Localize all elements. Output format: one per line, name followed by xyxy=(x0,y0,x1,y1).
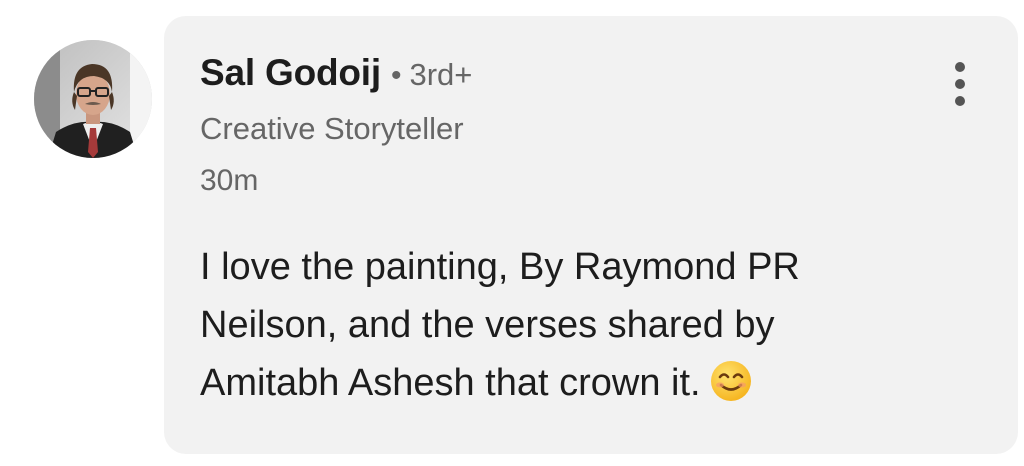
author-headline: Creative Storyteller xyxy=(200,111,464,146)
comment-text: I love the painting, By Raymond PR Neils… xyxy=(200,238,960,412)
smiling-face-emoji-icon xyxy=(710,361,751,401)
vertical-ellipsis-icon xyxy=(955,79,965,89)
comment-text-line: Neilson, and the verses shared by xyxy=(200,304,775,346)
comment-text-line: Amitabh Ashesh that crown it. xyxy=(200,354,960,412)
comment-timestamp: 30m xyxy=(200,164,259,197)
comment-text-line: I love the painting, By Raymond PR xyxy=(200,246,800,288)
avatar[interactable] xyxy=(34,40,152,158)
author-name[interactable]: Sal Godoij xyxy=(200,52,381,94)
author-line: Sal Godoij • 3rd+ xyxy=(200,52,472,94)
comment: Sal Godoij • 3rd+ Creative Storyteller 3… xyxy=(0,0,1024,466)
vertical-ellipsis-icon xyxy=(955,96,965,106)
connection-degree: 3rd+ xyxy=(409,57,473,92)
comment-text-line-content: Amitabh Ashesh that crown it. xyxy=(200,362,701,404)
vertical-ellipsis-icon xyxy=(955,62,965,72)
profile-photo-icon xyxy=(34,40,152,158)
separator-dot: • xyxy=(390,59,402,92)
comment-bubble: Sal Godoij • 3rd+ Creative Storyteller 3… xyxy=(164,16,1018,454)
more-options-button[interactable] xyxy=(944,54,976,114)
